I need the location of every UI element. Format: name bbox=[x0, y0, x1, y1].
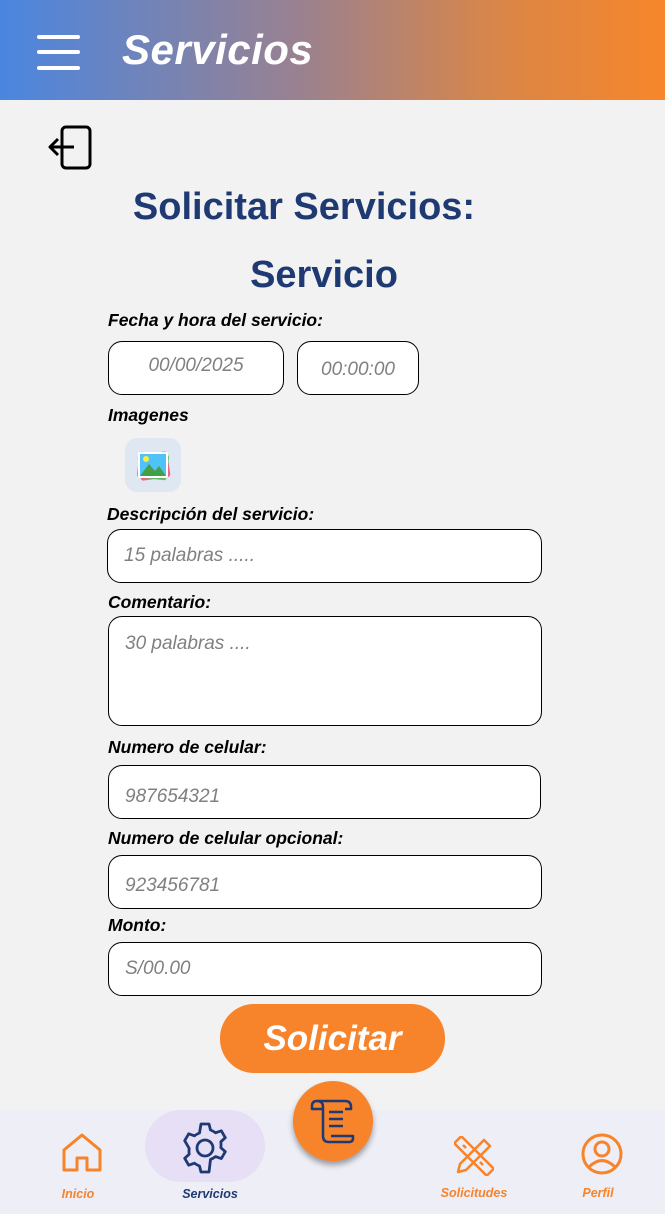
description-placeholder: 15 palabras ..... bbox=[124, 545, 255, 566]
nav-item-inicio[interactable]: Inicio bbox=[50, 1110, 110, 1214]
image-gallery-icon[interactable] bbox=[125, 438, 181, 492]
nav-label-perfil: Perfil bbox=[582, 1186, 614, 1200]
submit-button[interactable]: Solicitar bbox=[220, 1004, 445, 1073]
phone-optional-label: Numero de celular opcional: bbox=[108, 828, 344, 848]
phone-placeholder: 987654321 bbox=[125, 786, 221, 807]
home-icon bbox=[62, 1133, 102, 1172]
page-title: Solicitar Servicios: bbox=[132, 186, 476, 228]
comment-textarea[interactable]: 30 palabras .... bbox=[108, 616, 542, 726]
date-time-label: Fecha y hora del servicio: bbox=[108, 310, 323, 330]
amount-placeholder: S/00.00 bbox=[125, 958, 191, 979]
date-input[interactable]: 00/00/2025 bbox=[108, 341, 284, 395]
nav-item-perfil[interactable]: Perfil bbox=[572, 1110, 628, 1214]
phone-optional-input[interactable]: 923456781 bbox=[108, 855, 542, 909]
time-input[interactable]: 00:00:00 bbox=[297, 341, 419, 395]
description-input[interactable]: 15 palabras ..... bbox=[107, 529, 542, 583]
phone-optional-placeholder: 923456781 bbox=[125, 875, 221, 896]
description-label: Descripción del servicio: bbox=[107, 504, 315, 524]
nav-label-inicio: Inicio bbox=[61, 1187, 95, 1201]
app-header: Servicios bbox=[0, 0, 665, 100]
nav-label-solicitudes: Solicitudes bbox=[440, 1186, 508, 1200]
phone-input[interactable]: 987654321 bbox=[108, 765, 541, 819]
logout-arrow-icon[interactable] bbox=[46, 124, 94, 172]
nav-label-servicios: Servicios bbox=[182, 1187, 238, 1201]
time-placeholder: 00:00:00 bbox=[321, 359, 395, 380]
hamburger-menu-icon[interactable] bbox=[37, 33, 81, 71]
scroll-document-icon bbox=[310, 1099, 355, 1144]
images-label: Imagenes bbox=[108, 405, 189, 425]
nav-item-servicios[interactable]: Servicios bbox=[150, 1110, 270, 1214]
gear-icon bbox=[183, 1122, 227, 1174]
new-request-fab[interactable] bbox=[293, 1081, 373, 1161]
amount-label: Monto: bbox=[108, 915, 167, 935]
page-subtitle: Servicio bbox=[250, 254, 398, 296]
ruler-pencil-icon bbox=[454, 1136, 494, 1176]
header-title: Servicios bbox=[122, 26, 314, 73]
phone-label: Numero de celular: bbox=[108, 737, 267, 757]
comment-label: Comentario: bbox=[108, 592, 212, 612]
nav-item-solicitudes[interactable]: Solicitudes bbox=[438, 1110, 510, 1214]
amount-input[interactable]: S/00.00 bbox=[108, 942, 542, 996]
user-circle-icon bbox=[581, 1133, 623, 1175]
comment-placeholder: 30 palabras .... bbox=[125, 633, 251, 654]
date-placeholder: 00/00/2025 bbox=[148, 355, 244, 376]
